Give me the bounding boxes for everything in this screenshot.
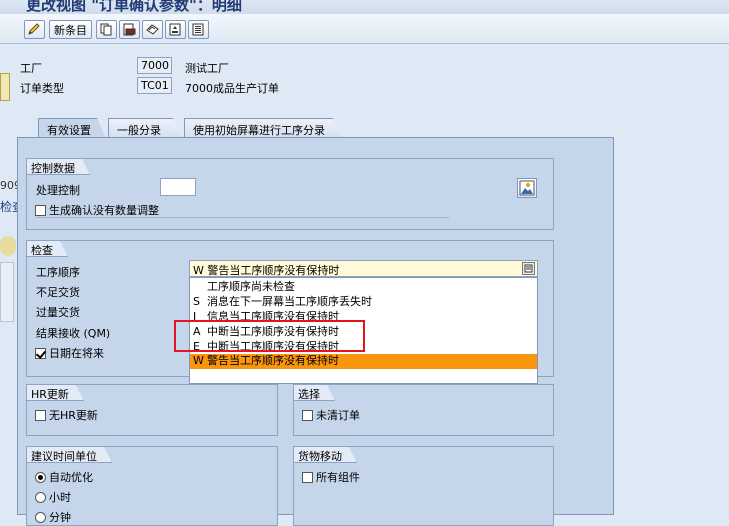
all-components-checkbox[interactable]: 所有组件 — [302, 469, 360, 485]
option-key: S — [193, 295, 200, 308]
delete-icon — [123, 23, 136, 36]
group-title: 建议时间单位 — [27, 447, 112, 463]
auto-optimize-label: 自动优化 — [49, 471, 93, 484]
prev-entry-button[interactable] — [165, 20, 186, 39]
radio-button — [35, 512, 46, 523]
background-icon-fragment — [0, 236, 16, 256]
order-type-description: 7000成品生产订单 — [185, 82, 279, 95]
generate-confirm-label: 生成确认没有数量调整 — [49, 204, 159, 217]
plant-description: 测试工厂 — [185, 62, 229, 75]
edit-pencil-button[interactable] — [24, 20, 45, 39]
operation-sequence-label: 工序顺序 — [36, 266, 80, 279]
combobox-value: W 警告当工序顺序没有保持时 — [193, 264, 340, 277]
group-title: HR更新 — [27, 385, 84, 401]
all-components-label: 所有组件 — [316, 471, 360, 484]
checkbox-box — [35, 410, 46, 421]
group-title: 选择 — [294, 385, 335, 401]
no-hr-update-checkbox[interactable]: 无HR更新 — [35, 407, 98, 423]
undo-icon — [146, 24, 159, 35]
dropdown-button[interactable] — [522, 262, 535, 275]
undo-button[interactable] — [142, 20, 163, 39]
tab-label: 使用初始屏幕进行工序分录 — [193, 124, 325, 137]
title-bar: 更改视图 "订单确认参数"：明细 — [0, 0, 729, 14]
copy-button[interactable] — [96, 20, 117, 39]
checkbox-box — [35, 348, 46, 359]
group-title: 控制数据 — [27, 159, 90, 175]
plant-label: 工厂 — [20, 62, 42, 75]
option-text: 工序顺序尚未检查 — [207, 280, 295, 293]
no-hr-update-label: 无HR更新 — [49, 409, 98, 422]
divider — [36, 217, 449, 218]
new-entries-button[interactable]: 新条目 — [49, 20, 92, 39]
hour-label: 小时 — [49, 491, 71, 504]
group-title: 货物移动 — [294, 447, 357, 463]
new-entries-label: 新条目 — [54, 23, 87, 37]
tab-label: 有效设置 — [47, 124, 91, 137]
under-delivery-label: 不足交货 — [36, 286, 80, 299]
background-window-fragment — [0, 73, 10, 101]
radio-button — [35, 492, 46, 503]
auto-optimize-radio[interactable]: 自动优化 — [35, 469, 93, 485]
tab-initial-screen-entry[interactable]: 使用初始屏幕进行工序分录 — [184, 118, 342, 138]
generate-confirm-checkbox[interactable]: 生成确认没有数量调整 — [35, 202, 159, 218]
next-entry-button[interactable] — [188, 20, 209, 39]
group-title: 检查 — [27, 241, 68, 257]
open-orders-checkbox[interactable]: 未清订单 — [302, 407, 360, 423]
window-title: 更改视图 "订单确认参数"：明细 — [26, 0, 242, 14]
control-data-group: 控制数据 — [26, 158, 554, 230]
tab-label: 一般分录 — [117, 124, 161, 137]
application-toolbar: 新条目 — [0, 14, 729, 44]
open-orders-label: 未清订单 — [316, 409, 360, 422]
order-type-label: 订单类型 — [20, 82, 64, 95]
radio-button — [35, 472, 46, 483]
option-text: 警告当工序顺序没有保持时 — [207, 354, 339, 367]
dropdown-option[interactable]: 工序顺序尚未检查 — [190, 280, 537, 295]
hour-radio[interactable]: 小时 — [35, 489, 71, 505]
process-control-input[interactable] — [160, 178, 196, 196]
dropdown-option-selected[interactable]: W 警告当工序顺序没有保持时 — [190, 354, 537, 369]
date-in-future-checkbox[interactable]: 日期在将来 — [35, 345, 104, 361]
checkbox-box — [35, 205, 46, 216]
process-control-label: 处理控制 — [36, 184, 80, 197]
next-page-icon — [192, 23, 204, 36]
tab-effective-settings[interactable]: 有效设置 — [38, 118, 106, 138]
dropdown-option[interactable]: S 消息在下一屏幕当工序顺序丢失时 — [190, 295, 537, 310]
minute-radio[interactable]: 分钟 — [35, 509, 71, 525]
list-icon — [524, 264, 533, 273]
operation-sequence-combobox[interactable]: W 警告当工序顺序没有保持时 — [189, 260, 538, 277]
copy-icon — [100, 23, 112, 36]
checkbox-box — [302, 472, 313, 483]
prev-page-icon — [169, 23, 181, 36]
option-text: 消息在下一屏幕当工序顺序丢失时 — [207, 295, 372, 308]
over-delivery-label: 过量交货 — [36, 306, 80, 319]
result-recording-label: 结果接收 (QM) — [36, 327, 111, 340]
checkbox-box — [302, 410, 313, 421]
tab-general-entry[interactable]: 一般分录 — [108, 118, 182, 138]
order-type-field[interactable]: TC01 — [137, 77, 172, 94]
goods-movement-group: 货物移动 — [293, 446, 554, 526]
date-in-future-label: 日期在将来 — [49, 347, 104, 360]
option-key: W — [193, 354, 204, 367]
mountain-picture-button[interactable] — [517, 178, 537, 198]
plant-field[interactable]: 7000 — [137, 57, 172, 74]
minute-label: 分钟 — [49, 511, 71, 524]
pencil-icon — [28, 23, 40, 35]
mountain-picture-icon — [519, 180, 535, 196]
background-window-fragment — [0, 262, 14, 322]
highlight-annotation-box — [174, 320, 365, 352]
delete-button[interactable] — [119, 20, 140, 39]
